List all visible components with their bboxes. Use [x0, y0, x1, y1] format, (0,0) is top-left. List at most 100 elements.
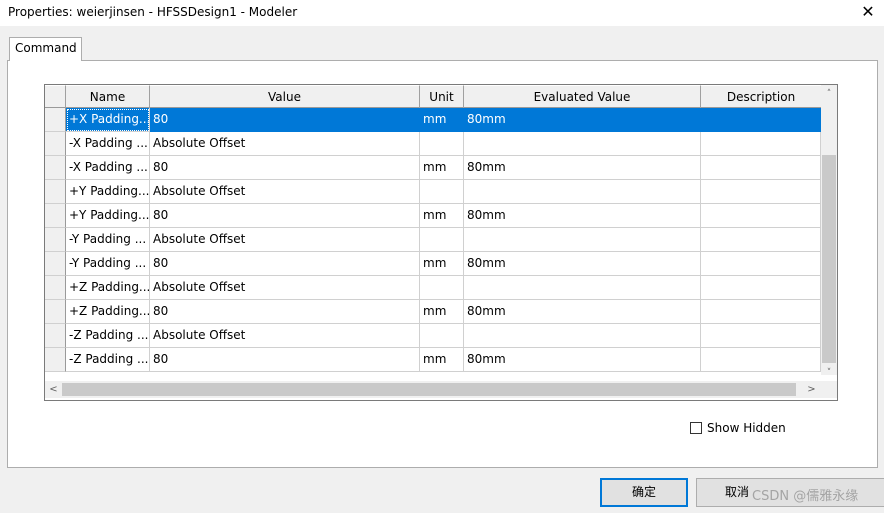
- cell-description[interactable]: [701, 132, 821, 156]
- row-header[interactable]: [45, 228, 66, 252]
- cell-unit[interactable]: [420, 276, 464, 300]
- cell-name[interactable]: -Y Padding ...: [66, 252, 150, 276]
- cell-name[interactable]: -Z Padding ...: [66, 324, 150, 348]
- cell-evaluated-value[interactable]: [464, 276, 701, 300]
- table-row[interactable]: +Y Padding... 80 mm 80mm: [45, 204, 821, 228]
- cell-description[interactable]: [701, 228, 821, 252]
- table-row[interactable]: +Z Padding... Absolute Offset: [45, 276, 821, 300]
- cell-description[interactable]: [701, 276, 821, 300]
- table-row[interactable]: +Z Padding... 80 mm 80mm: [45, 300, 821, 324]
- cell-evaluated-value[interactable]: 80mm: [464, 156, 701, 180]
- show-hidden-checkbox[interactable]: Show Hidden: [690, 421, 786, 437]
- row-header[interactable]: [45, 108, 66, 132]
- cell-unit[interactable]: mm: [420, 252, 464, 276]
- horizontal-scrollbar[interactable]: < >: [45, 381, 837, 398]
- row-header[interactable]: [45, 348, 66, 372]
- cell-value[interactable]: Absolute Offset: [150, 180, 420, 204]
- cell-evaluated-value[interactable]: 80mm: [464, 252, 701, 276]
- cell-value[interactable]: 80: [150, 156, 420, 180]
- vertical-scroll-thumb[interactable]: [822, 155, 836, 363]
- title-bar: Properties: weierjinsen - HFSSDesign1 - …: [0, 0, 884, 26]
- close-icon[interactable]: ✕: [858, 2, 878, 22]
- table-row[interactable]: +Y Padding... Absolute Offset: [45, 180, 821, 204]
- table-row[interactable]: -Z Padding ... Absolute Offset: [45, 324, 821, 348]
- checkbox-icon[interactable]: [690, 422, 702, 434]
- table-row[interactable]: -Y Padding ... Absolute Offset: [45, 228, 821, 252]
- row-header[interactable]: [45, 252, 66, 276]
- cell-unit[interactable]: mm: [420, 204, 464, 228]
- cell-name[interactable]: +Z Padding...: [66, 276, 150, 300]
- cell-name[interactable]: -X Padding ...: [66, 156, 150, 180]
- row-header[interactable]: [45, 156, 66, 180]
- cell-description[interactable]: [701, 324, 821, 348]
- cell-name[interactable]: +Y Padding...: [66, 180, 150, 204]
- column-header-description[interactable]: Description: [701, 85, 821, 108]
- cell-value[interactable]: 80: [150, 204, 420, 228]
- cell-unit[interactable]: mm: [420, 156, 464, 180]
- watermark: CSDN @儒雅永缘: [752, 489, 859, 504]
- header-corner: [45, 85, 66, 108]
- cell-name[interactable]: -Z Padding ...: [66, 348, 150, 372]
- table-row[interactable]: -Z Padding ... 80 mm 80mm: [45, 348, 821, 372]
- cell-description[interactable]: [701, 348, 821, 372]
- vertical-scrollbar[interactable]: ˄ ˅: [821, 85, 837, 378]
- scroll-left-icon[interactable]: <: [45, 381, 62, 398]
- ok-button[interactable]: 确定: [600, 478, 688, 507]
- cell-evaluated-value[interactable]: 80mm: [464, 108, 701, 132]
- cell-value[interactable]: Absolute Offset: [150, 276, 420, 300]
- cell-evaluated-value[interactable]: 80mm: [464, 300, 701, 324]
- cell-unit[interactable]: [420, 180, 464, 204]
- table-row[interactable]: -Y Padding ... 80 mm 80mm: [45, 252, 821, 276]
- cell-value[interactable]: Absolute Offset: [150, 132, 420, 156]
- scroll-right-icon[interactable]: >: [803, 381, 820, 398]
- table-row[interactable]: -X Padding ... 80 mm 80mm: [45, 156, 821, 180]
- cell-name[interactable]: -Y Padding ...: [66, 228, 150, 252]
- properties-grid[interactable]: Name Value Unit Evaluated Value Descript…: [44, 84, 838, 401]
- cell-description[interactable]: [701, 108, 821, 132]
- show-hidden-label: Show Hidden: [707, 421, 786, 435]
- cell-unit[interactable]: mm: [420, 300, 464, 324]
- cell-description[interactable]: [701, 156, 821, 180]
- row-header[interactable]: [45, 204, 66, 228]
- cell-name[interactable]: +X Padding...: [66, 108, 150, 132]
- column-header-value[interactable]: Value: [150, 85, 420, 108]
- column-header-evaluated-value[interactable]: Evaluated Value: [464, 85, 701, 108]
- row-header[interactable]: [45, 300, 66, 324]
- row-header[interactable]: [45, 324, 66, 348]
- cell-evaluated-value[interactable]: [464, 180, 701, 204]
- column-header-unit[interactable]: Unit: [420, 85, 464, 108]
- cell-evaluated-value[interactable]: [464, 228, 701, 252]
- cell-evaluated-value[interactable]: 80mm: [464, 348, 701, 372]
- scroll-down-icon[interactable]: ˅: [821, 365, 837, 381]
- row-header[interactable]: [45, 132, 66, 156]
- column-header-name[interactable]: Name: [66, 85, 150, 108]
- cell-evaluated-value[interactable]: 80mm: [464, 204, 701, 228]
- cell-unit[interactable]: [420, 132, 464, 156]
- cell-description[interactable]: [701, 252, 821, 276]
- horizontal-scroll-thumb[interactable]: [62, 383, 796, 396]
- cell-evaluated-value[interactable]: [464, 132, 701, 156]
- cell-evaluated-value[interactable]: [464, 324, 701, 348]
- cell-description[interactable]: [701, 180, 821, 204]
- scroll-up-icon[interactable]: ˄: [821, 86, 837, 102]
- cell-name[interactable]: -X Padding ...: [66, 132, 150, 156]
- cell-value[interactable]: 80: [150, 300, 420, 324]
- cell-description[interactable]: [701, 204, 821, 228]
- cell-value[interactable]: Absolute Offset: [150, 324, 420, 348]
- cell-unit[interactable]: mm: [420, 108, 464, 132]
- cell-name[interactable]: +Y Padding...: [66, 204, 150, 228]
- cell-value[interactable]: 80: [150, 348, 420, 372]
- cell-name[interactable]: +Z Padding...: [66, 300, 150, 324]
- cell-description[interactable]: [701, 300, 821, 324]
- cell-value[interactable]: Absolute Offset: [150, 228, 420, 252]
- cell-value[interactable]: 80: [150, 108, 420, 132]
- tab-command[interactable]: Command: [9, 37, 82, 61]
- row-header[interactable]: [45, 180, 66, 204]
- cell-unit[interactable]: mm: [420, 348, 464, 372]
- table-row[interactable]: +X Padding... 80 mm 80mm: [45, 108, 821, 132]
- cell-value[interactable]: 80: [150, 252, 420, 276]
- cell-unit[interactable]: [420, 324, 464, 348]
- cell-unit[interactable]: [420, 228, 464, 252]
- table-row[interactable]: -X Padding ... Absolute Offset: [45, 132, 821, 156]
- row-header[interactable]: [45, 276, 66, 300]
